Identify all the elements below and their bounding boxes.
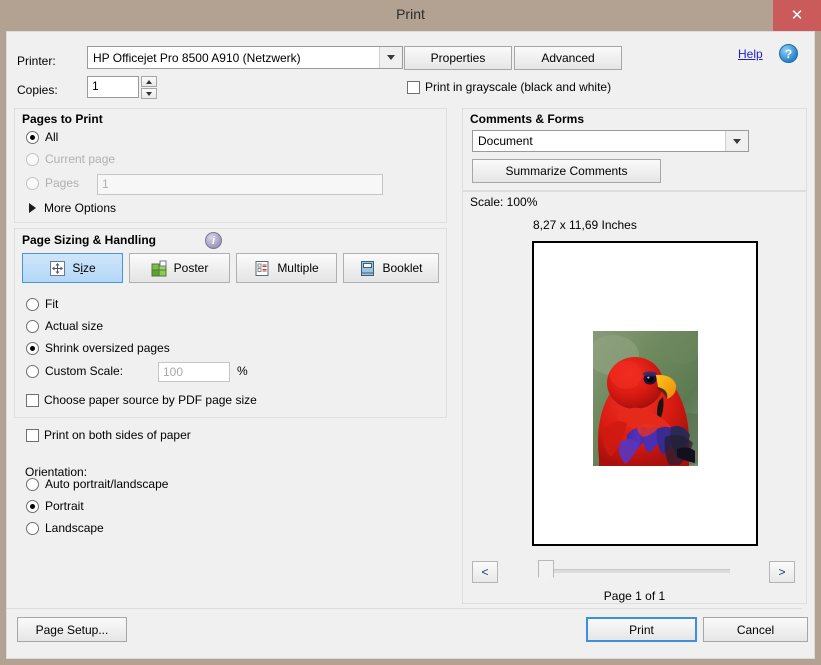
radio-landscape-label: Landscape xyxy=(45,521,104,535)
pages-range-input[interactable]: 1 xyxy=(97,174,383,195)
radio-current-page[interactable] xyxy=(26,153,39,166)
page-setup-button[interactable]: Page Setup... xyxy=(17,617,127,642)
paper-source-label: Choose paper source by PDF page size xyxy=(44,393,257,407)
print-button[interactable]: Print xyxy=(586,617,697,642)
radio-auto-orientation[interactable] xyxy=(26,478,39,491)
window-title: Print xyxy=(396,6,425,22)
radio-custom-scale[interactable] xyxy=(26,365,39,378)
poster-icon xyxy=(151,260,167,276)
grayscale-label: Print in grayscale (black and white) xyxy=(425,80,612,94)
grayscale-checkbox[interactable] xyxy=(407,81,420,94)
close-icon: ✕ xyxy=(790,6,804,24)
page-slider-thumb[interactable] xyxy=(538,560,554,584)
more-options-toggle[interactable]: More Options xyxy=(44,201,116,215)
chevron-down-icon xyxy=(379,47,402,68)
printer-select[interactable]: HP Officejet Pro 8500 A910 (Netzwerk) xyxy=(87,46,403,69)
preview-image xyxy=(593,331,698,466)
comments-forms-title: Comments & Forms xyxy=(470,112,585,126)
copies-stepper-down[interactable] xyxy=(141,88,157,99)
radio-custom-scale-label: Custom Scale: xyxy=(45,364,124,378)
tab-poster-label: Poster xyxy=(173,261,209,275)
booklet-icon xyxy=(361,260,375,276)
copies-input[interactable]: 1 xyxy=(87,76,139,98)
summarize-comments-button[interactable]: Summarize Comments xyxy=(472,159,661,183)
red-lory-parrot-photo xyxy=(593,331,698,466)
pages-to-print-title: Pages to Print xyxy=(22,112,103,126)
radio-pages-range-label: Pages xyxy=(45,176,80,190)
chevron-right-icon[interactable] xyxy=(29,203,36,213)
title-bar: Print ✕ xyxy=(0,0,821,31)
info-icon[interactable]: i xyxy=(205,232,222,249)
comments-forms-value: Document xyxy=(478,134,533,148)
page-indicator: Page 1 of 1 xyxy=(603,589,666,603)
radio-fit-label: Fit xyxy=(45,297,59,311)
radio-portrait-label: Portrait xyxy=(45,499,84,513)
tab-size-label: Size xyxy=(72,261,96,275)
tab-size[interactable]: Size xyxy=(22,253,123,283)
help-question-icon[interactable]: ? xyxy=(779,44,798,63)
tab-booklet[interactable]: Booklet xyxy=(343,253,439,283)
tab-multiple[interactable]: Multiple xyxy=(236,253,337,283)
radio-pages-range[interactable] xyxy=(26,177,39,190)
tab-poster[interactable]: Poster xyxy=(129,253,230,283)
help-link[interactable]: Help xyxy=(738,47,763,61)
duplex-checkbox[interactable] xyxy=(26,429,39,442)
radio-pages-all[interactable] xyxy=(26,131,39,144)
radio-portrait[interactable] xyxy=(26,500,39,513)
comments-forms-select[interactable]: Document xyxy=(472,130,749,152)
duplex-label: Print on both sides of paper xyxy=(44,428,191,442)
advanced-button[interactable]: Advanced xyxy=(514,46,622,70)
radio-actual-size[interactable] xyxy=(26,320,39,333)
properties-button[interactable]: Properties xyxy=(404,46,512,70)
page-sizing-title: Page Sizing & Handling xyxy=(22,233,157,247)
radio-landscape[interactable] xyxy=(26,522,39,535)
radio-shrink-oversized-label: Shrink oversized pages xyxy=(45,341,170,355)
copies-stepper-up[interactable] xyxy=(141,76,157,87)
paper-source-checkbox[interactable] xyxy=(26,394,39,407)
radio-current-page-label: Current page xyxy=(45,152,116,166)
chevron-down-icon xyxy=(725,131,748,151)
close-button[interactable]: ✕ xyxy=(773,0,821,31)
preview-scale-label: Scale: 100% xyxy=(470,195,538,209)
radio-auto-orientation-label: Auto portrait/landscape xyxy=(45,477,169,491)
radio-pages-all-label: All xyxy=(45,130,59,144)
custom-scale-input[interactable]: 100 xyxy=(158,362,230,382)
multiple-icon xyxy=(255,260,269,276)
copies-label: Copies: xyxy=(17,83,58,97)
footer-divider xyxy=(7,608,802,609)
radio-fit[interactable] xyxy=(26,298,39,311)
printer-select-value: HP Officejet Pro 8500 A910 (Netzwerk) xyxy=(93,50,301,65)
size-icon xyxy=(50,260,66,276)
printer-label: Printer: xyxy=(17,54,56,68)
radio-actual-size-label: Actual size xyxy=(45,319,104,333)
radio-shrink-oversized[interactable] xyxy=(26,342,39,355)
preview-dimensions-label: 8,27 x 11,69 Inches xyxy=(533,218,637,232)
previous-page-button[interactable]: < xyxy=(472,561,498,583)
page-slider-track[interactable] xyxy=(545,569,730,573)
tab-multiple-label: Multiple xyxy=(277,261,319,275)
percent-label: % xyxy=(237,364,248,378)
cancel-button[interactable]: Cancel xyxy=(703,617,808,642)
tab-booklet-label: Booklet xyxy=(382,261,423,275)
print-dialog-window: Print ✕ Printer: HP Officejet Pro 8500 A… xyxy=(0,0,821,665)
next-page-button[interactable]: > xyxy=(769,561,795,583)
